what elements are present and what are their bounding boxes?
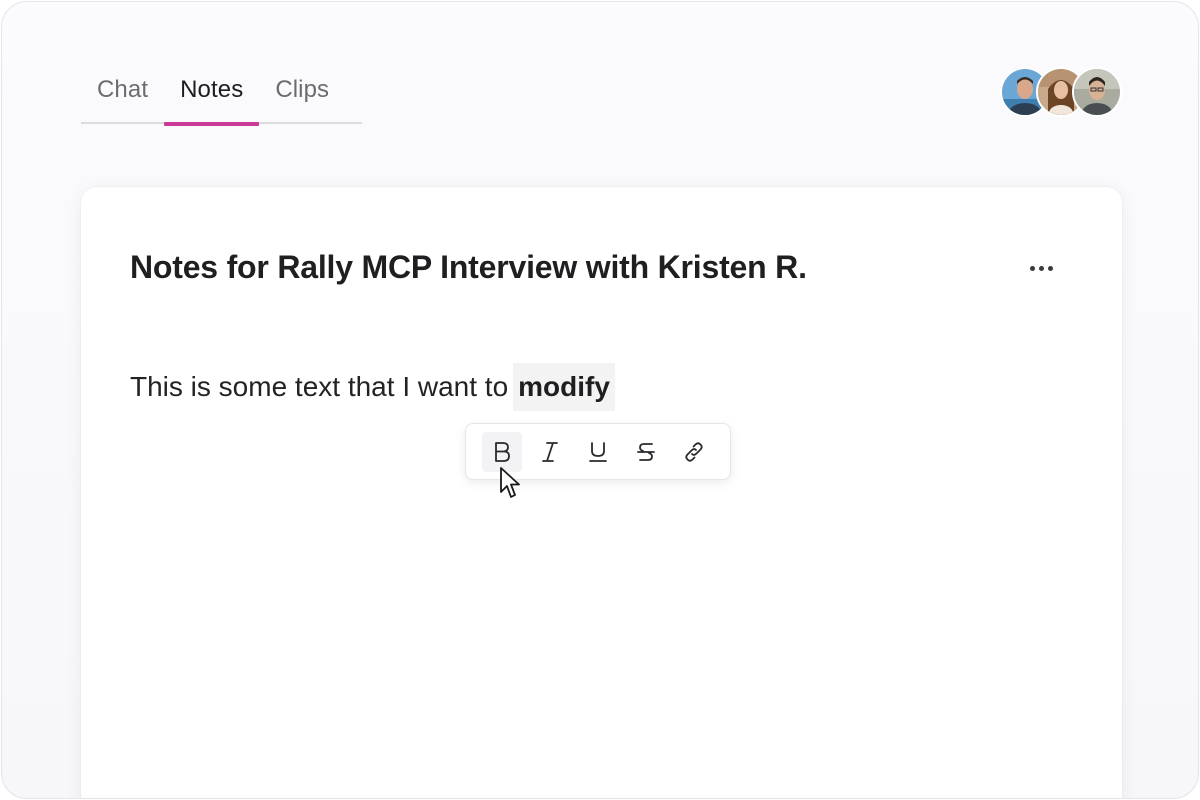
underline-icon [589, 441, 607, 462]
strikethrough-button[interactable] [626, 432, 666, 472]
person-photo-icon [1074, 69, 1120, 115]
underline-button[interactable] [578, 432, 618, 472]
tab-notes[interactable]: Notes [164, 66, 260, 126]
dot [1029, 265, 1035, 271]
body-text-plain: This is some text that I want to [130, 371, 509, 402]
note-card: Notes for Rally MCP Interview with Krist… [81, 187, 1122, 798]
app-window: Chat Notes Clips Notes for Rally MCP Int… [1, 1, 1199, 799]
note-title[interactable]: Notes for Rally MCP Interview with Krist… [130, 249, 807, 286]
note-body[interactable]: This is some text that I want to modify [130, 363, 615, 411]
selected-text[interactable]: modify [513, 363, 615, 411]
italic-icon [542, 441, 558, 462]
participant-avatars [1000, 67, 1124, 117]
tab-clips[interactable]: Clips [259, 66, 345, 124]
strikethrough-icon [637, 442, 655, 461]
ellipsis-icon[interactable] [1021, 253, 1061, 283]
mouse-pointer-icon [499, 466, 523, 507]
italic-button[interactable] [530, 432, 570, 472]
dot [1038, 265, 1044, 271]
bold-icon [495, 441, 510, 462]
tab-chat[interactable]: Chat [81, 66, 164, 124]
dot [1047, 265, 1053, 271]
avatar[interactable] [1072, 67, 1122, 117]
tab-bar: Chat Notes Clips [81, 66, 362, 126]
link-icon [685, 441, 703, 462]
link-button[interactable] [674, 432, 714, 472]
